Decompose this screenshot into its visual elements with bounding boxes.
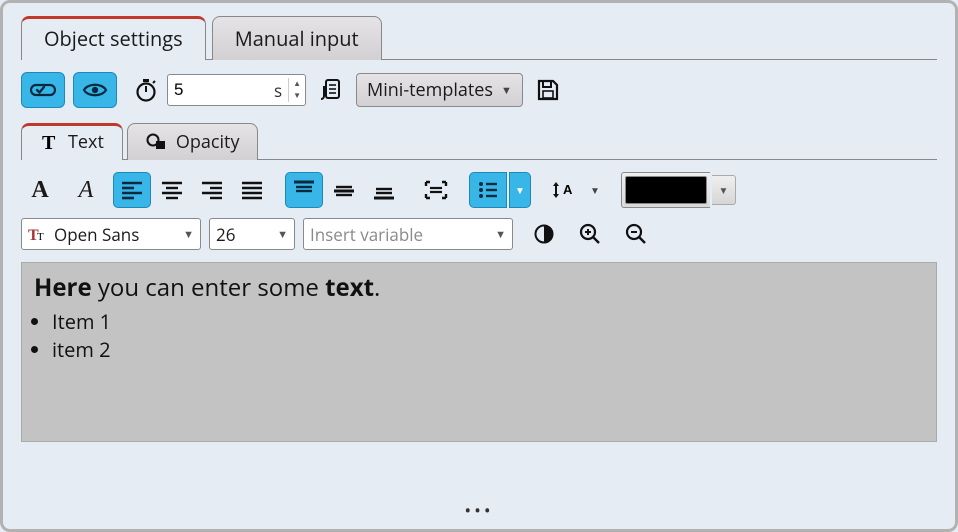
text-color-button[interactable] xyxy=(621,172,710,208)
duration-spinner[interactable]: ▲ ▼ xyxy=(288,78,305,102)
font-toolbar: TT Open Sans ▼ 26 ▼ Insert variable ▼ xyxy=(21,216,937,252)
valign-top-button[interactable] xyxy=(285,172,323,208)
chevron-down-icon: ▼ xyxy=(590,183,600,197)
italic-icon: A xyxy=(79,177,94,204)
tab-opacity-label: Opacity xyxy=(176,130,240,154)
mini-templates-dropdown[interactable]: Mini-templates ▼ xyxy=(356,73,523,107)
zoom-out-icon xyxy=(624,222,648,246)
insert-variable-label: Insert variable xyxy=(310,223,423,246)
sub-tabs: T Text Opacity xyxy=(21,122,937,159)
font-family-value: Open Sans xyxy=(54,223,139,246)
bullet-list-dropdown[interactable]: ▼ xyxy=(509,172,531,208)
text-color-dropdown[interactable]: ▼ xyxy=(712,175,736,205)
more-handle[interactable]: ••• xyxy=(464,499,493,523)
chevron-down-icon: ▼ xyxy=(719,183,729,197)
tab-text[interactable]: T Text xyxy=(21,123,123,160)
eye-icon xyxy=(82,81,108,99)
align-right-icon xyxy=(200,180,224,200)
zoom-in-icon xyxy=(578,222,602,246)
chevron-down-icon: ▼ xyxy=(183,227,194,242)
preview-button[interactable] xyxy=(73,72,117,108)
autofit-button[interactable] xyxy=(417,172,455,208)
main-tabs: Object settings Manual input xyxy=(21,15,937,59)
bullet-list-split: ▼ xyxy=(469,172,531,208)
insert-variable-select[interactable]: Insert variable ▼ xyxy=(303,218,513,250)
zoom-out-button[interactable] xyxy=(617,216,655,252)
bold-icon: A xyxy=(31,177,48,204)
align-center-button[interactable] xyxy=(153,172,191,208)
valign-middle-icon xyxy=(332,179,356,201)
chevron-down-icon: ▼ xyxy=(501,83,512,98)
editor-paragraph: Here you can enter some text. xyxy=(34,271,924,304)
editor-bold-1: Here xyxy=(34,271,92,304)
tab-text-label: Text xyxy=(68,130,104,154)
editor-tail: . xyxy=(374,271,380,304)
valign-bottom-button[interactable] xyxy=(365,172,403,208)
duration-unit: s xyxy=(268,79,288,102)
align-right-button[interactable] xyxy=(193,172,231,208)
editor-bullet-item: item 2 xyxy=(52,336,924,363)
valign-middle-button[interactable] xyxy=(325,172,363,208)
bold-button[interactable]: A xyxy=(21,172,59,208)
font-size-select[interactable]: 26 ▼ xyxy=(209,218,295,250)
valign-bottom-icon xyxy=(372,179,396,201)
align-justify-icon xyxy=(240,180,264,200)
link-check-icon xyxy=(30,81,56,99)
editor-bullet-item: Item 1 xyxy=(52,308,924,335)
contrast-icon xyxy=(533,223,555,245)
chevron-down-icon: ▼ xyxy=(277,227,288,242)
editor-bullet-list: Item 1 item 2 xyxy=(52,308,924,363)
valign-top-icon xyxy=(292,179,316,201)
svg-text:A: A xyxy=(563,182,573,197)
font-t-icon: TT xyxy=(28,225,48,243)
duration-down[interactable]: ▼ xyxy=(289,90,305,102)
horizontal-align-group xyxy=(113,172,271,208)
svg-text:T: T xyxy=(42,132,56,152)
autofit-icon xyxy=(423,179,449,201)
save-icon[interactable] xyxy=(535,77,561,103)
duration-field[interactable]: s ▲ ▼ xyxy=(167,74,306,106)
zoom-in-button[interactable] xyxy=(571,216,609,252)
chevron-down-icon: ▼ xyxy=(515,183,525,197)
vertical-align-group xyxy=(285,172,403,208)
font-size-value: 26 xyxy=(216,223,235,246)
bullet-list-button[interactable] xyxy=(469,172,507,208)
duration-up[interactable]: ▲ xyxy=(289,78,305,90)
editor-bold-2: text xyxy=(325,271,374,304)
font-family-select[interactable]: TT Open Sans ▼ xyxy=(21,218,201,250)
align-left-icon xyxy=(120,180,144,200)
line-height-button[interactable]: A xyxy=(545,172,583,208)
tab-object-settings[interactable]: Object settings xyxy=(21,16,206,60)
format-toolbar: A A xyxy=(21,172,937,208)
align-left-button[interactable] xyxy=(113,172,151,208)
text-editor[interactable]: Here you can enter some text. Item 1 ite… xyxy=(21,262,937,442)
align-center-icon xyxy=(160,180,184,200)
chevron-down-icon: ▼ xyxy=(495,227,506,242)
stopwatch-icon xyxy=(133,77,159,103)
tab-opacity[interactable]: Opacity xyxy=(127,123,259,160)
link-visible-button[interactable] xyxy=(21,72,65,108)
insert-script-icon[interactable] xyxy=(318,77,342,103)
text-color-group: ▼ xyxy=(621,172,736,208)
contrast-button[interactable] xyxy=(525,216,563,252)
svg-text:T: T xyxy=(37,231,44,243)
line-height-icon: A xyxy=(551,179,577,201)
align-justify-button[interactable] xyxy=(233,172,271,208)
opacity-icon xyxy=(146,133,168,151)
editor-mid-text: you can enter some xyxy=(92,271,326,304)
text-t-icon: T xyxy=(40,132,60,152)
top-toolbar: s ▲ ▼ Mini-templates ▼ xyxy=(21,72,937,108)
tab-manual-input[interactable]: Manual input xyxy=(212,16,382,60)
text-color-swatch xyxy=(625,176,707,204)
tab-object-settings-label: Object settings xyxy=(44,25,183,52)
duration-input[interactable] xyxy=(168,78,268,102)
italic-button[interactable]: A xyxy=(67,172,105,208)
bullet-list-icon xyxy=(477,180,499,200)
line-height-group: A ▼ xyxy=(545,172,605,208)
mini-templates-label: Mini-templates xyxy=(367,78,493,102)
line-height-dropdown[interactable]: ▼ xyxy=(585,172,605,208)
tab-manual-input-label: Manual input xyxy=(235,25,359,52)
